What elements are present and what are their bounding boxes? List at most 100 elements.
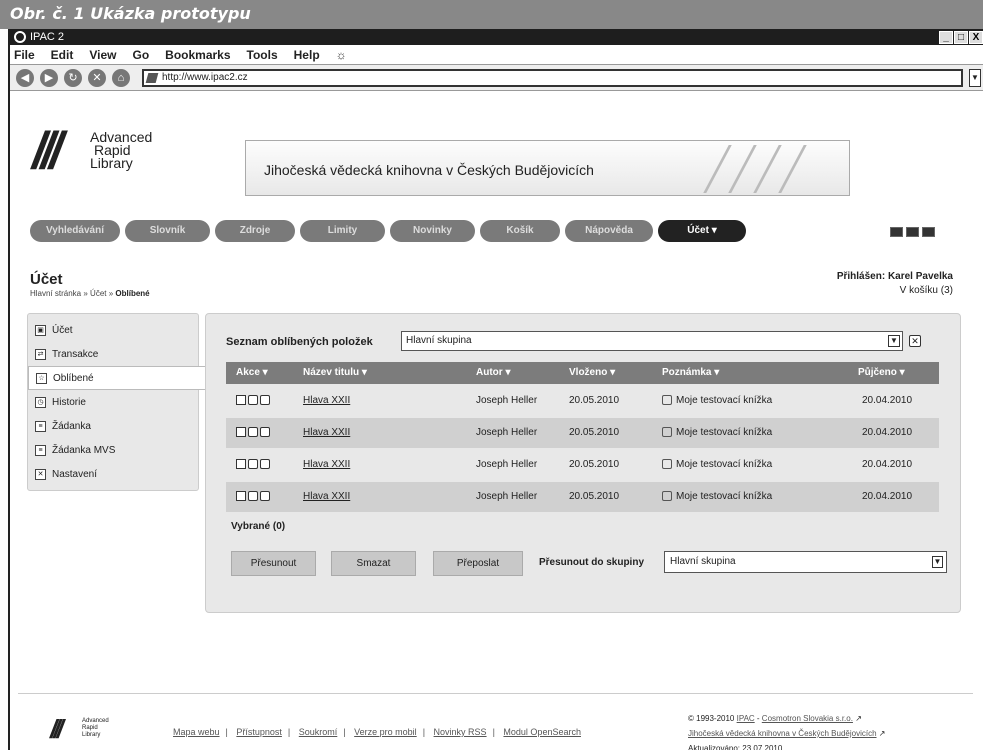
col-pujceno[interactable]: Půjčeno ▾ — [858, 362, 905, 384]
remove-icon[interactable] — [260, 491, 270, 501]
row-checkbox[interactable] — [236, 459, 246, 469]
col-autor[interactable]: Autor ▾ — [476, 362, 510, 384]
edit-note-icon[interactable] — [662, 427, 672, 438]
row-checkbox[interactable] — [236, 491, 246, 501]
arl-logo[interactable]: /// Advanced Rapid Library — [32, 125, 172, 177]
note[interactable]: Moje testovací knížka — [662, 450, 772, 480]
note[interactable]: Moje testovací knížka — [662, 386, 772, 416]
tab-novinky[interactable]: Novinky — [390, 220, 475, 242]
col-poznamka[interactable]: Poznámka ▾ — [662, 362, 719, 384]
menu-tools[interactable]: Tools — [247, 48, 278, 62]
col-akce[interactable]: Akce ▾ — [236, 362, 268, 384]
footer-link-privacy[interactable]: Soukromí — [299, 727, 338, 737]
login-info: Přihlášen: Karel Pavelka V košíku (3) — [837, 271, 953, 296]
row-checkbox[interactable] — [236, 427, 246, 437]
note[interactable]: Moje testovací knížka — [662, 418, 772, 448]
breadcrumb-ucet[interactable]: Účet — [90, 289, 106, 298]
footer-link-opensearch[interactable]: Modul OpenSearch — [503, 727, 581, 737]
menu-bookmarks[interactable]: Bookmarks — [165, 48, 230, 62]
banner-title: Jihočeská vědecká knihovna v Českých Bud… — [264, 162, 594, 178]
ipac-link[interactable]: IPAC — [737, 714, 755, 723]
move-button[interactable]: Přesunout — [231, 551, 316, 576]
settings-icon: ✕ — [35, 468, 46, 480]
main-tabs: Vyhledávání Slovník Zdroje Limity Novink… — [30, 220, 746, 242]
favorite-star-icon[interactable] — [248, 459, 258, 469]
home-icon[interactable]: ⌂ — [112, 68, 130, 87]
maximize-button[interactable]: □ — [954, 30, 968, 44]
tab-kosik[interactable]: Košík — [480, 220, 560, 242]
added-date: 20.05.2010 — [569, 459, 620, 470]
forward-icon[interactable]: ▶ — [40, 68, 58, 87]
edit-note-icon[interactable] — [662, 459, 672, 470]
address-dropdown-icon[interactable]: ▼ — [969, 68, 981, 87]
footer-logo[interactable]: ///Advanced Rapid Library — [50, 716, 109, 742]
footer-link-accessibility[interactable]: Přístupnost — [236, 727, 282, 737]
group-select[interactable]: Hlavní skupina — [401, 331, 903, 351]
tab-limity[interactable]: Limity — [300, 220, 385, 242]
menu-bar: File Edit View Go Bookmarks Tools Help ☼ — [10, 45, 983, 65]
tab-napoveda[interactable]: Nápověda — [565, 220, 653, 242]
library-link[interactable]: Jihočeská vědecká knihovna v Českých Bud… — [688, 729, 877, 738]
remove-icon[interactable] — [260, 395, 270, 405]
sidebar-item-transakce[interactable]: ⇄ Transakce — [28, 342, 198, 366]
row-checkbox[interactable] — [236, 395, 246, 405]
title-link[interactable]: Hlava XXII — [303, 450, 350, 480]
cosmotron-link[interactable]: Cosmotron Slovakia s.r.o. — [762, 714, 853, 723]
menu-file[interactable]: File — [14, 48, 35, 62]
back-icon[interactable]: ◀ — [16, 68, 34, 87]
tab-zdroje[interactable]: Zdroje — [215, 220, 295, 242]
menu-go[interactable]: Go — [132, 48, 149, 62]
sidebar-item-oblibene[interactable]: ☆ Oblíbené — [28, 366, 220, 390]
remove-icon[interactable] — [260, 427, 270, 437]
view-medium-icon[interactable] — [906, 227, 919, 237]
delete-button[interactable]: Smazat — [331, 551, 416, 576]
favorite-star-icon[interactable] — [248, 427, 258, 437]
forward-button[interactable]: Přeposlat — [433, 551, 523, 576]
account-sidebar: ▣ Účet ⇄ Transakce ☆ Oblíbené ◷ Historie ≡ Žá… — [27, 313, 220, 491]
title-link[interactable]: Hlava XXII — [303, 482, 350, 512]
sidebar-item-historie[interactable]: ◷ Historie — [28, 390, 198, 414]
move-to-group-select[interactable]: Hlavní skupina — [664, 551, 947, 573]
remove-icon[interactable] — [260, 459, 270, 469]
tab-slovnik[interactable]: Slovník — [125, 220, 210, 242]
menu-edit[interactable]: Edit — [51, 48, 74, 62]
tab-ucet[interactable]: Účet ▾ — [658, 220, 746, 242]
request-mvs-icon: ≡ — [35, 444, 46, 456]
reload-icon[interactable]: ↻ — [64, 68, 82, 87]
chevron-down-icon[interactable]: ▼ — [888, 335, 900, 347]
title-link[interactable]: Hlava XXII — [303, 418, 350, 448]
close-button[interactable]: X — [969, 30, 983, 44]
breadcrumb-home[interactable]: Hlavní stránka — [30, 289, 81, 298]
col-vlozeno[interactable]: Vloženo ▾ — [569, 362, 615, 384]
edit-note-icon[interactable] — [662, 395, 672, 406]
breadcrumb: Hlavní stránka » Účet » Oblíbené — [30, 289, 150, 298]
borrowed-date: 20.04.2010 — [862, 491, 913, 502]
title-link[interactable]: Hlava XXII — [303, 386, 350, 416]
remove-group-icon[interactable]: ✕ — [909, 335, 921, 347]
footer-link-mobile[interactable]: Verze pro mobil — [354, 727, 417, 737]
view-large-icon[interactable] — [922, 227, 935, 237]
account-icon: ▣ — [35, 324, 46, 336]
minimize-button[interactable]: _ — [939, 30, 953, 44]
footer-link-sitemap[interactable]: Mapa webu — [173, 727, 220, 737]
sidebar-item-zadanka-mvs[interactable]: ≡ Žádanka MVS — [28, 438, 198, 462]
menu-view[interactable]: View — [89, 48, 116, 62]
basket-link[interactable]: V košíku (3) — [837, 285, 953, 296]
footer-link-rss[interactable]: Novinky RSS — [434, 727, 487, 737]
favorites-panel: Seznam oblíbených položek Hlavní skupina… — [205, 313, 961, 613]
menu-help[interactable]: Help — [294, 48, 320, 62]
stop-icon[interactable]: ✕ — [88, 68, 106, 87]
sidebar-item-ucet[interactable]: ▣ Účet — [28, 318, 198, 342]
app-icon — [14, 31, 26, 43]
view-small-icon[interactable] — [890, 227, 903, 237]
sidebar-item-nastaveni[interactable]: ✕ Nastavení — [28, 462, 198, 486]
favorite-star-icon[interactable] — [248, 491, 258, 501]
favorite-star-icon[interactable] — [248, 395, 258, 405]
chevron-down-icon[interactable]: ▼ — [932, 556, 943, 568]
sidebar-item-zadanka[interactable]: ≡ Žádanka — [28, 414, 198, 438]
address-bar[interactable]: http://www.ipac2.cz — [142, 68, 963, 87]
col-nazev[interactable]: Název titulu ▾ — [303, 362, 367, 384]
edit-note-icon[interactable] — [662, 491, 672, 502]
tab-vyhledavani[interactable]: Vyhledávání — [30, 220, 120, 242]
note[interactable]: Moje testovací knížka — [662, 482, 772, 512]
